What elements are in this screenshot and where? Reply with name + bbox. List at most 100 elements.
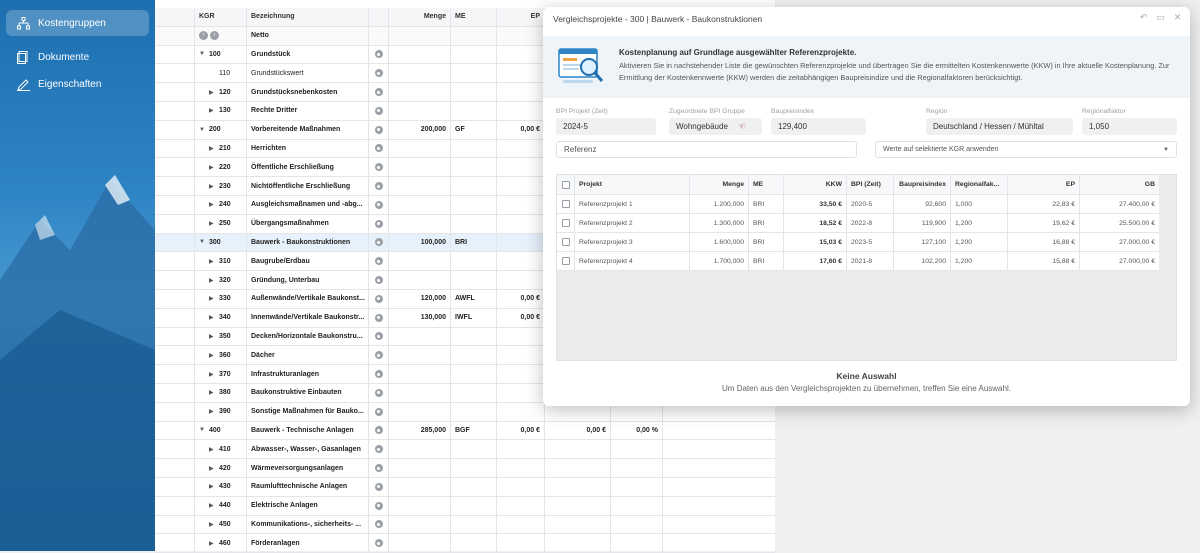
table-row[interactable]: Referenzprojekt 2 1.300,000 BRI 18,52 €2022… [557, 214, 1159, 233]
undo-icon[interactable]: ↶ [1139, 13, 1148, 22]
expand-icon[interactable]: ▶ [209, 521, 219, 528]
ep-cell[interactable] [497, 440, 545, 459]
menge-cell[interactable] [389, 496, 451, 515]
me-cell[interactable] [451, 515, 497, 534]
apply-values-select[interactable]: Werte auf selektierte KGR anwenden ▼ [875, 141, 1177, 158]
table-row[interactable]: ▶ 460 Förderanlagen [155, 534, 775, 553]
me-cell[interactable] [451, 459, 497, 477]
expand-icon[interactable]: ▶ [209, 258, 219, 265]
menge-cell[interactable]: 130,000 [389, 308, 451, 327]
gear-icon[interactable] [374, 200, 383, 209]
gb-cell[interactable] [545, 515, 611, 534]
ep-cell[interactable]: 0,00 € [497, 120, 545, 139]
expand-icon[interactable]: ▶ [209, 183, 219, 190]
me-cell[interactable] [451, 384, 497, 402]
th-projekt[interactable]: Projekt [575, 175, 690, 194]
menge-cell[interactable] [389, 64, 451, 83]
menge-cell[interactable] [389, 365, 451, 383]
ep-cell[interactable] [497, 534, 545, 553]
me-cell[interactable]: BRI [451, 233, 497, 252]
gear-icon[interactable] [374, 332, 383, 341]
ep-cell[interactable] [497, 327, 545, 346]
me-cell[interactable] [451, 139, 497, 158]
gear-icon[interactable] [374, 407, 383, 416]
ep-cell[interactable] [497, 384, 545, 402]
gear-icon[interactable] [374, 351, 383, 360]
me-cell[interactable] [451, 402, 497, 421]
me-cell[interactable] [451, 45, 497, 64]
gb-cell[interactable] [545, 440, 611, 459]
th-kkw[interactable]: KKW [784, 175, 847, 194]
table-row[interactable]: ▶ 440 Elektrische Anlagen [155, 496, 775, 516]
ep-cell[interactable] [497, 64, 545, 83]
ep-cell[interactable] [497, 196, 545, 214]
gear-icon[interactable] [374, 106, 383, 115]
menge-cell[interactable] [389, 534, 451, 553]
gear-icon[interactable] [374, 464, 383, 473]
expand-icon[interactable]: ▶ [209, 107, 219, 114]
gear-icon[interactable] [374, 50, 383, 59]
header-ep[interactable]: EP [497, 8, 545, 26]
menge-cell[interactable] [389, 327, 451, 346]
ep-cell[interactable] [497, 158, 545, 177]
me-cell[interactable] [451, 346, 497, 365]
bpi-gruppe-value[interactable]: Wohngebäude ☜ [669, 118, 762, 135]
menge-cell[interactable] [389, 271, 451, 289]
percent-cell[interactable] [611, 515, 663, 534]
expand-icon[interactable]: ▶ [209, 333, 219, 340]
expand-icon[interactable]: ▶ [209, 352, 219, 359]
expand-icon[interactable]: ▶ [209, 314, 219, 321]
expand-icon[interactable]: ▶ [209, 220, 219, 227]
gb-cell[interactable] [545, 534, 611, 553]
expand-icon[interactable]: ▶ [209, 277, 219, 284]
table-row[interactable]: Referenzprojekt 1 1.200,000 BRI 33,50 €2020… [557, 195, 1159, 214]
gear-icon[interactable] [374, 426, 383, 435]
expand-icon[interactable]: ▶ [209, 465, 219, 472]
collapse-icon[interactable]: ▼ [199, 239, 209, 245]
menge-cell[interactable] [389, 214, 451, 233]
header-kgr[interactable]: KGR [195, 8, 247, 26]
ep-cell[interactable] [497, 214, 545, 233]
expand-icon[interactable]: ▶ [209, 408, 219, 415]
gear-icon[interactable] [374, 125, 383, 134]
collapse-icon[interactable]: ▼ [199, 51, 209, 57]
ep-cell[interactable] [497, 459, 545, 477]
table-row[interactable]: ▼ 400 Bauwerk - Technische Anlagen 285,000 B… [155, 421, 775, 441]
expand-icon[interactable]: ▶ [209, 164, 219, 171]
me-cell[interactable]: AWFL [451, 290, 497, 308]
gear-icon[interactable] [374, 238, 383, 247]
ep-cell[interactable] [497, 271, 545, 289]
ep-cell[interactable] [497, 139, 545, 158]
menge-cell[interactable] [389, 440, 451, 459]
ep-cell[interactable] [497, 496, 545, 515]
th-regionalfaktor[interactable]: Regionalfak... [951, 175, 1008, 194]
close-icon[interactable]: ✕ [1173, 13, 1182, 22]
gear-icon[interactable] [374, 276, 383, 285]
me-cell[interactable] [451, 327, 497, 346]
me-cell[interactable] [451, 252, 497, 271]
gear-icon[interactable] [374, 313, 383, 322]
ep-cell[interactable] [497, 177, 545, 195]
table-row[interactable]: ▶ 420 Wärmeversorgungsanlagen [155, 459, 775, 478]
th-ep[interactable]: EP [1008, 175, 1080, 194]
menge-cell[interactable]: 100,000 [389, 233, 451, 252]
gear-icon[interactable] [374, 445, 383, 454]
expand-icon[interactable]: ▶ [209, 145, 219, 152]
expand-icon[interactable]: ▶ [209, 483, 219, 490]
me-cell[interactable] [451, 365, 497, 383]
th-menge[interactable]: Menge [690, 175, 749, 194]
expand-all-icon[interactable]: › [210, 31, 219, 41]
menge-cell[interactable] [389, 459, 451, 477]
gb-cell[interactable] [545, 478, 611, 496]
ep-cell[interactable]: 0,00 € [497, 290, 545, 308]
ep-cell[interactable] [497, 515, 545, 534]
me-cell[interactable] [451, 440, 497, 459]
gear-icon[interactable] [374, 388, 383, 397]
expand-icon[interactable]: ▶ [209, 371, 219, 378]
menge-cell[interactable]: 285,000 [389, 421, 451, 440]
collapse-icon[interactable]: ▼ [199, 127, 209, 133]
th-bpi[interactable]: BPI (Zeit) [847, 175, 894, 194]
ep-cell[interactable] [497, 45, 545, 64]
window-icon[interactable]: ▭ [1156, 13, 1165, 22]
percent-cell[interactable] [611, 459, 663, 477]
